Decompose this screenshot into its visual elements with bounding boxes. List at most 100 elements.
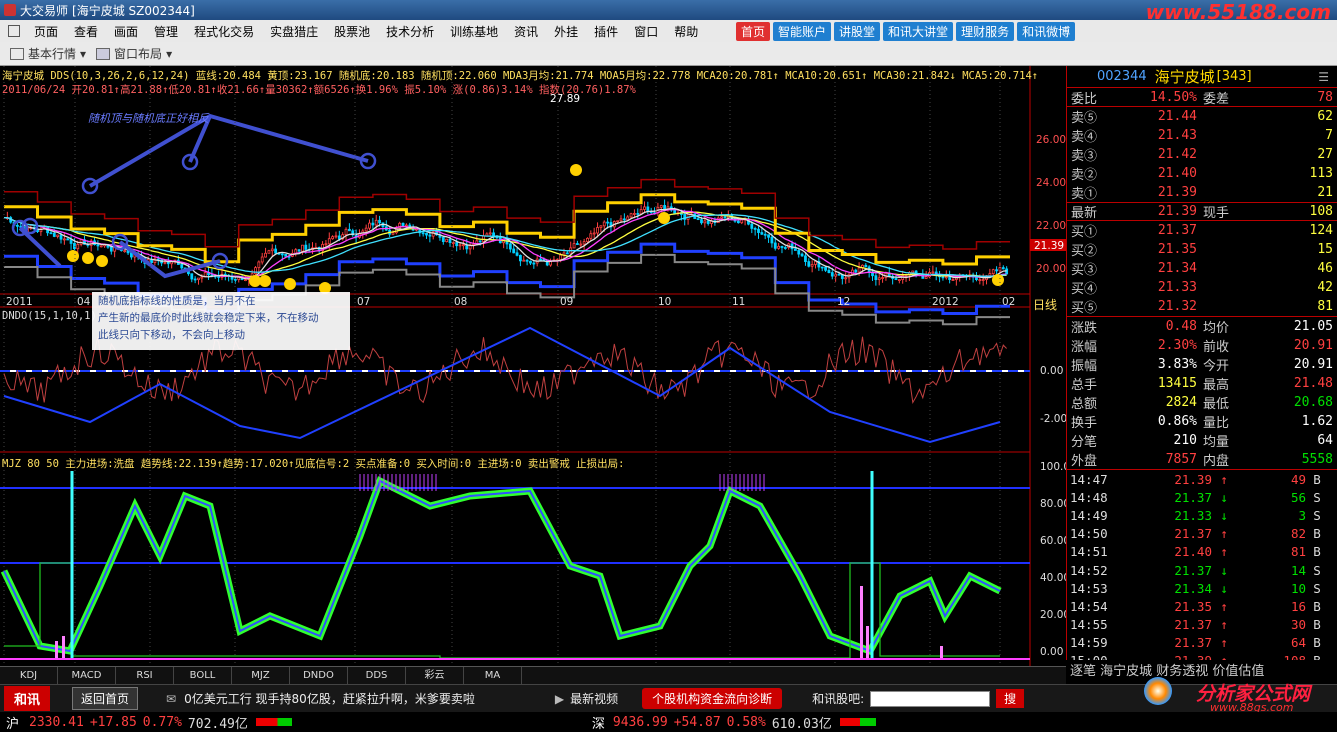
- candle-body: [301, 244, 304, 252]
- smart-account-button[interactable]: 智能账户: [773, 21, 832, 41]
- candle-body: [445, 238, 449, 243]
- bid-list: 买① 21.37 124 买② 21.35 15 买③ 21.34 46 买④ 21.33 42 买⑤ 2…: [1067, 221, 1337, 317]
- menu-item[interactable]: 帮助: [666, 23, 706, 40]
- menu-item[interactable]: 资讯: [506, 23, 546, 40]
- candle-body: [857, 267, 861, 273]
- candle-body: [582, 241, 586, 245]
- smiley-icon: [284, 278, 296, 290]
- latest-video-link[interactable]: 最新视频: [570, 690, 618, 707]
- tick-side: S: [1313, 562, 1321, 578]
- candle-body: [793, 248, 797, 251]
- menu-item[interactable]: 外挂: [546, 23, 586, 40]
- tick-row: 14:48 21.37 ↓ 56 S: [1067, 488, 1337, 506]
- candle-body: [280, 253, 284, 256]
- sh-label: 沪: [6, 716, 20, 732]
- tick-time: 14:51: [1070, 544, 1108, 560]
- indicator-tab[interactable]: DNDO: [290, 667, 348, 684]
- label: 最高: [1203, 378, 1230, 393]
- chart-area[interactable]: 26.0024.0022.0020.0027.8921.392011040506…: [0, 66, 1066, 666]
- label: 内盘: [1203, 454, 1230, 469]
- bid-price: 21.33: [1157, 280, 1197, 295]
- weibi-value: 14.50%: [1150, 89, 1197, 105]
- finance-service-button[interactable]: 理财服务: [956, 21, 1015, 41]
- indicator-tab[interactable]: MACD: [58, 667, 116, 684]
- candle-body: [519, 254, 522, 262]
- stat-value: 0.86%: [1157, 414, 1197, 429]
- stat-value: 20.91: [1293, 338, 1333, 353]
- tick-row: 14:55 21.37 ↑ 30 B: [1067, 616, 1337, 634]
- candle-body: [864, 264, 868, 268]
- label: 买②: [1071, 244, 1098, 259]
- candle-body: [274, 248, 278, 254]
- menu-item[interactable]: 训练基地: [442, 23, 506, 40]
- watermark-logo: [1144, 677, 1172, 705]
- sz-percent: 0.58%: [726, 714, 766, 730]
- menu-item[interactable]: 画面: [106, 23, 146, 40]
- candle-body: [297, 249, 301, 252]
- candle-body: [750, 223, 754, 229]
- candle-body: [260, 256, 264, 263]
- tick-time: 14:48: [1070, 489, 1108, 505]
- menu-item[interactable]: 股票池: [326, 23, 378, 40]
- indicator-tab[interactable]: 彩云: [406, 667, 464, 684]
- tick-time: 14:47: [1070, 471, 1108, 487]
- candle-body: [233, 278, 237, 281]
- menu-item[interactable]: 技术分析: [378, 23, 442, 40]
- main-chart-header-2: 2011/06/24 开20.81↑高21.88↑低20.81↑收21.66↑量…: [2, 82, 636, 97]
- tick-side: B: [1313, 617, 1321, 633]
- candle-body: [515, 252, 519, 256]
- mjz-header: MJZ 80 50 主力进场:洗盘 趋势线:22.139↑趋势:17.020↑见…: [2, 458, 625, 470]
- menu-item[interactable]: 页面: [26, 23, 66, 40]
- candle-body: [988, 273, 992, 277]
- menu-icon[interactable]: ☰: [1318, 70, 1329, 84]
- menu-item[interactable]: 查看: [66, 23, 106, 40]
- lecture-button[interactable]: 和讯大讲堂: [883, 21, 954, 41]
- stat-value: 1.62: [1301, 414, 1333, 429]
- menu-item[interactable]: 插件: [586, 23, 626, 40]
- tick-row: 14:53 21.34 ↓ 10 S: [1067, 579, 1337, 597]
- menu-item[interactable]: 实盘猎庄: [262, 23, 326, 40]
- weibo-button[interactable]: 和讯微博: [1017, 21, 1076, 41]
- stat-row: 外盘 7857 内盘 5558: [1067, 450, 1337, 469]
- indicator-tab[interactable]: RSI: [116, 667, 174, 684]
- indicator-tab[interactable]: DDS: [348, 667, 406, 684]
- sh-value: 2330.41: [29, 714, 84, 730]
- tick-volume: 3: [1298, 507, 1306, 523]
- layout-selector[interactable]: 窗口布局 ▾: [96, 45, 172, 62]
- news-ticker[interactable]: 0亿美元工行 现手持80亿股，赶紧拉升啊，米爹要卖啦: [184, 690, 475, 707]
- candle-body: [931, 271, 935, 274]
- toolbar: 基本行情 ▾ 窗口布局 ▾: [0, 42, 1337, 66]
- candle-body: [797, 250, 801, 255]
- indicator-tab[interactable]: MJZ: [232, 667, 290, 684]
- stat-row: 振幅 3.83% 今开 20.91: [1067, 355, 1337, 374]
- candle-body: [760, 232, 764, 235]
- candle-body: [304, 244, 308, 250]
- candle-body: [700, 219, 703, 224]
- candle-body: [837, 273, 841, 276]
- stock-talk-button[interactable]: 讲股堂: [834, 21, 881, 41]
- candle-body: [62, 238, 66, 241]
- candle-body: [951, 279, 955, 282]
- indicator-tab[interactable]: MA: [464, 667, 522, 684]
- label: 总手: [1071, 378, 1098, 393]
- search-button[interactable]: 搜: [996, 689, 1025, 708]
- home-button[interactable]: 首页: [736, 21, 771, 41]
- menu-item[interactable]: 程式化交易: [186, 23, 262, 40]
- bar-search-input[interactable]: [870, 690, 991, 707]
- menu-item[interactable]: 窗口: [626, 23, 666, 40]
- mjz-axis-label: 80.00: [1040, 498, 1066, 510]
- stock-name: 海宁皮城: [1154, 68, 1215, 86]
- market-selector[interactable]: 基本行情 ▾: [10, 45, 86, 62]
- indicator-tab[interactable]: BOLL: [174, 667, 232, 684]
- stat-row: 涨幅 2.30% 前收 20.91: [1067, 336, 1337, 355]
- indicator-tab[interactable]: KDJ: [0, 667, 58, 684]
- quote-header: 002344 海宁皮城 [343] ☰: [1067, 66, 1337, 88]
- menu-item[interactable]: 管理: [146, 23, 186, 40]
- candle-body: [217, 275, 221, 278]
- candle-body: [264, 252, 267, 258]
- candle-body: [626, 216, 630, 221]
- back-home-button[interactable]: 返回首页: [72, 687, 139, 710]
- candle-body: [368, 222, 371, 229]
- diagnose-button[interactable]: 个股机构资金流向诊断: [642, 688, 783, 709]
- ask-row: 卖③ 21.42 27: [1067, 145, 1337, 164]
